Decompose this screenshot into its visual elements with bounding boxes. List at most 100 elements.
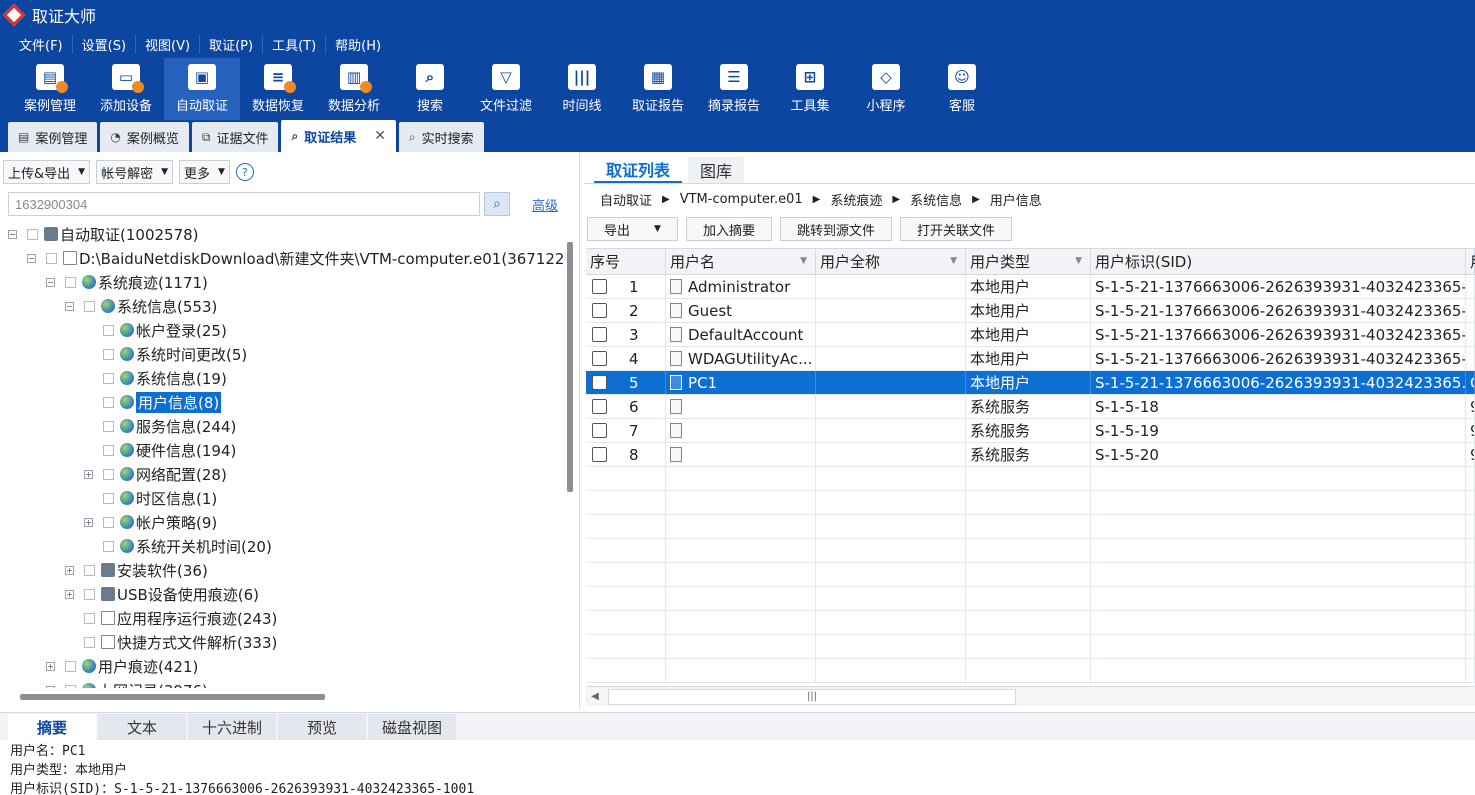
tab-case-overview[interactable]: ◔ 案例概览 — [100, 122, 189, 152]
help-icon[interactable]: ? — [235, 163, 254, 181]
export-dropdown[interactable]: 导出 ▼ — [587, 217, 678, 241]
tree-node[interactable]: + 上网记录(3976) — [46, 678, 208, 688]
tree-checkbox[interactable] — [84, 636, 95, 648]
tree-checkbox[interactable] — [103, 444, 114, 456]
upload-export-dropdown[interactable]: 上传&导出 ▼ — [3, 160, 91, 184]
row-checkbox[interactable] — [592, 447, 607, 462]
expand-icon[interactable]: + — [65, 589, 74, 599]
expand-icon[interactable]: + — [84, 469, 93, 479]
toolbar-search[interactable]: ⌕ 搜索 — [392, 58, 468, 120]
tree-node[interactable]: 应用程序运行痕迹(243) — [65, 606, 277, 630]
tree-checkbox[interactable] — [84, 564, 95, 576]
tree-checkbox[interactable] — [84, 300, 95, 312]
toolbar-case-management[interactable]: ▤ 案例管理 — [12, 58, 88, 120]
tree-node[interactable]: + 用户痕迹(421) — [46, 654, 198, 678]
tab-forensic-list[interactable]: 取证列表 — [594, 157, 683, 183]
toolbar-mini-program[interactable]: ◇ 小程序 — [848, 58, 924, 120]
collapse-icon[interactable]: − — [8, 229, 17, 239]
menu-settings[interactable]: 设置(S) — [73, 34, 137, 54]
expand-icon[interactable]: + — [65, 565, 74, 575]
toolbar-forensic-report[interactable]: ▦ 取证报告 — [620, 58, 696, 120]
table-row[interactable]: 6 系统服务S-1-5-189 — [586, 395, 1475, 419]
scroll-thumb[interactable]: ||| — [608, 688, 1016, 705]
tree-node[interactable]: 硬件信息(194) — [84, 438, 236, 462]
tree-node[interactable]: + 安装软件(36) — [65, 558, 208, 582]
collapse-icon[interactable]: − — [46, 277, 55, 287]
expand-icon[interactable]: + — [46, 685, 55, 688]
tab-text[interactable]: 文本 — [98, 714, 186, 740]
column-header-sid[interactable]: 用户标识(SID) — [1091, 249, 1466, 274]
tree-checkbox[interactable] — [65, 660, 76, 672]
tree-checkbox[interactable] — [84, 612, 95, 624]
table-row[interactable]: 1 Administrator 本地用户 S-1-5-21-1376663006-26… — [586, 275, 1475, 299]
tree-vertical-scrollbar[interactable] — [567, 242, 573, 492]
table-row[interactable]: 4 WDAGUtilityAc... 本地用户 S-1-5-21-1376663006… — [586, 347, 1475, 371]
tab-evidence-files[interactable]: ⧉ 证据文件 — [191, 122, 279, 152]
tree-checkbox[interactable] — [27, 228, 38, 240]
filter-icon[interactable]: ▼ — [950, 256, 957, 266]
toolbar-file-filter[interactable]: ▽ 文件过滤 — [468, 58, 544, 120]
tab-summary[interactable]: 摘要 — [8, 714, 96, 740]
tree-node[interactable]: + 帐户策略(9) — [84, 510, 217, 534]
add-to-summary-button[interactable]: 加入摘要 — [685, 217, 772, 241]
toolbar-toolset[interactable]: ⊞ 工具集 — [772, 58, 848, 120]
tree-checkbox[interactable] — [103, 540, 114, 552]
toolbar-auto-forensics[interactable]: ▣ 自动取证 — [164, 58, 240, 120]
tree-node[interactable]: + 网络配置(28) — [84, 462, 227, 486]
menu-tools[interactable]: 工具(T) — [263, 34, 327, 54]
menu-forensics[interactable]: 取证(P) — [200, 34, 264, 54]
tree-checkbox[interactable] — [84, 588, 95, 600]
tab-forensic-results[interactable]: ⌕ 取证结果 ✕ — [281, 120, 396, 152]
open-related-file-button[interactable]: 打开关联文件 — [899, 217, 1012, 241]
tree-node[interactable]: 快捷方式文件解析(333) — [65, 630, 277, 654]
tree-checkbox[interactable] — [103, 348, 114, 360]
tree-checkbox[interactable] — [103, 324, 114, 336]
tree-node[interactable]: 帐户登录(25) — [84, 318, 227, 342]
account-decrypt-dropdown[interactable]: 帐号解密 ▼ — [96, 160, 173, 184]
tree-checkbox[interactable] — [103, 420, 114, 432]
breadcrumb-item[interactable]: 自动取证 — [600, 190, 652, 209]
tree-checkbox[interactable] — [103, 396, 114, 408]
tab-disk-view[interactable]: 磁盘视图 — [368, 714, 456, 740]
close-icon[interactable]: ✕ — [374, 128, 386, 144]
toolbar-support[interactable]: ☺ 客服 — [924, 58, 1000, 120]
tree-node[interactable]: 系统时间更改(5) — [84, 342, 247, 366]
table-row[interactable]: 5 PC1 本地用户 S-1-5-21-1376663006-2626393931-4… — [586, 371, 1475, 395]
collapse-icon[interactable]: − — [27, 253, 36, 263]
breadcrumb-item[interactable]: 系统痕迹 — [830, 190, 882, 209]
menu-file[interactable]: 文件(F) — [10, 34, 73, 54]
tab-gallery[interactable]: 图库 — [688, 157, 745, 183]
column-header-extra[interactable]: 用 — [1466, 249, 1475, 274]
breadcrumb-item[interactable]: 用户信息 — [990, 190, 1042, 209]
tab-hex[interactable]: 十六进制 — [188, 714, 276, 740]
column-header-no[interactable]: 序号 — [586, 249, 666, 274]
tree-node[interactable]: 系统开关机时间(20) — [84, 534, 272, 558]
tree-checkbox[interactable] — [65, 276, 76, 288]
tree-node-selected[interactable]: 用户信息(8) — [84, 390, 222, 414]
table-row[interactable]: 8 系统服务S-1-5-209 — [586, 443, 1475, 467]
tab-realtime-search[interactable]: ⌕ 实时搜索 — [398, 122, 484, 152]
tree-node[interactable]: 系统信息(19) — [84, 366, 227, 390]
toolbar-timeline[interactable]: ||| 时间线 — [544, 58, 620, 120]
breadcrumb-item[interactable]: 系统信息 — [910, 190, 962, 209]
jump-to-source-button[interactable]: 跳转到源文件 — [779, 217, 892, 241]
tree-checkbox[interactable] — [103, 516, 114, 528]
tree-node[interactable]: − 系统信息(553) — [65, 294, 217, 318]
table-row[interactable]: 7 系统服务S-1-5-199 — [586, 419, 1475, 443]
advanced-search-link[interactable]: 高级 — [532, 195, 558, 214]
menu-help[interactable]: 帮助(H) — [326, 35, 390, 54]
toolbar-add-device[interactable]: ▭ 添加设备 — [88, 58, 164, 120]
toolbar-excerpt-report[interactable]: ☰ 摘录报告 — [696, 58, 772, 120]
scroll-left-icon[interactable]: ◀ — [586, 691, 604, 702]
more-dropdown[interactable]: 更多 ▼ — [179, 160, 230, 184]
tree-checkbox[interactable] — [103, 492, 114, 504]
menu-view[interactable]: 视图(V) — [136, 34, 201, 54]
tab-case-management[interactable]: ▤ 案例管理 — [8, 122, 98, 152]
tab-preview[interactable]: 预览 — [278, 714, 366, 740]
tree-checkbox[interactable] — [46, 252, 57, 264]
filter-icon[interactable]: ▼ — [1075, 256, 1082, 266]
column-header-usertype[interactable]: 用户类型 ▼ — [966, 249, 1091, 274]
tree-node[interactable]: + USB设备使用痕迹(6) — [65, 582, 259, 606]
column-header-username[interactable]: 用户名 ▼ — [666, 249, 816, 274]
tree-horizontal-scrollbar[interactable] — [20, 694, 325, 700]
